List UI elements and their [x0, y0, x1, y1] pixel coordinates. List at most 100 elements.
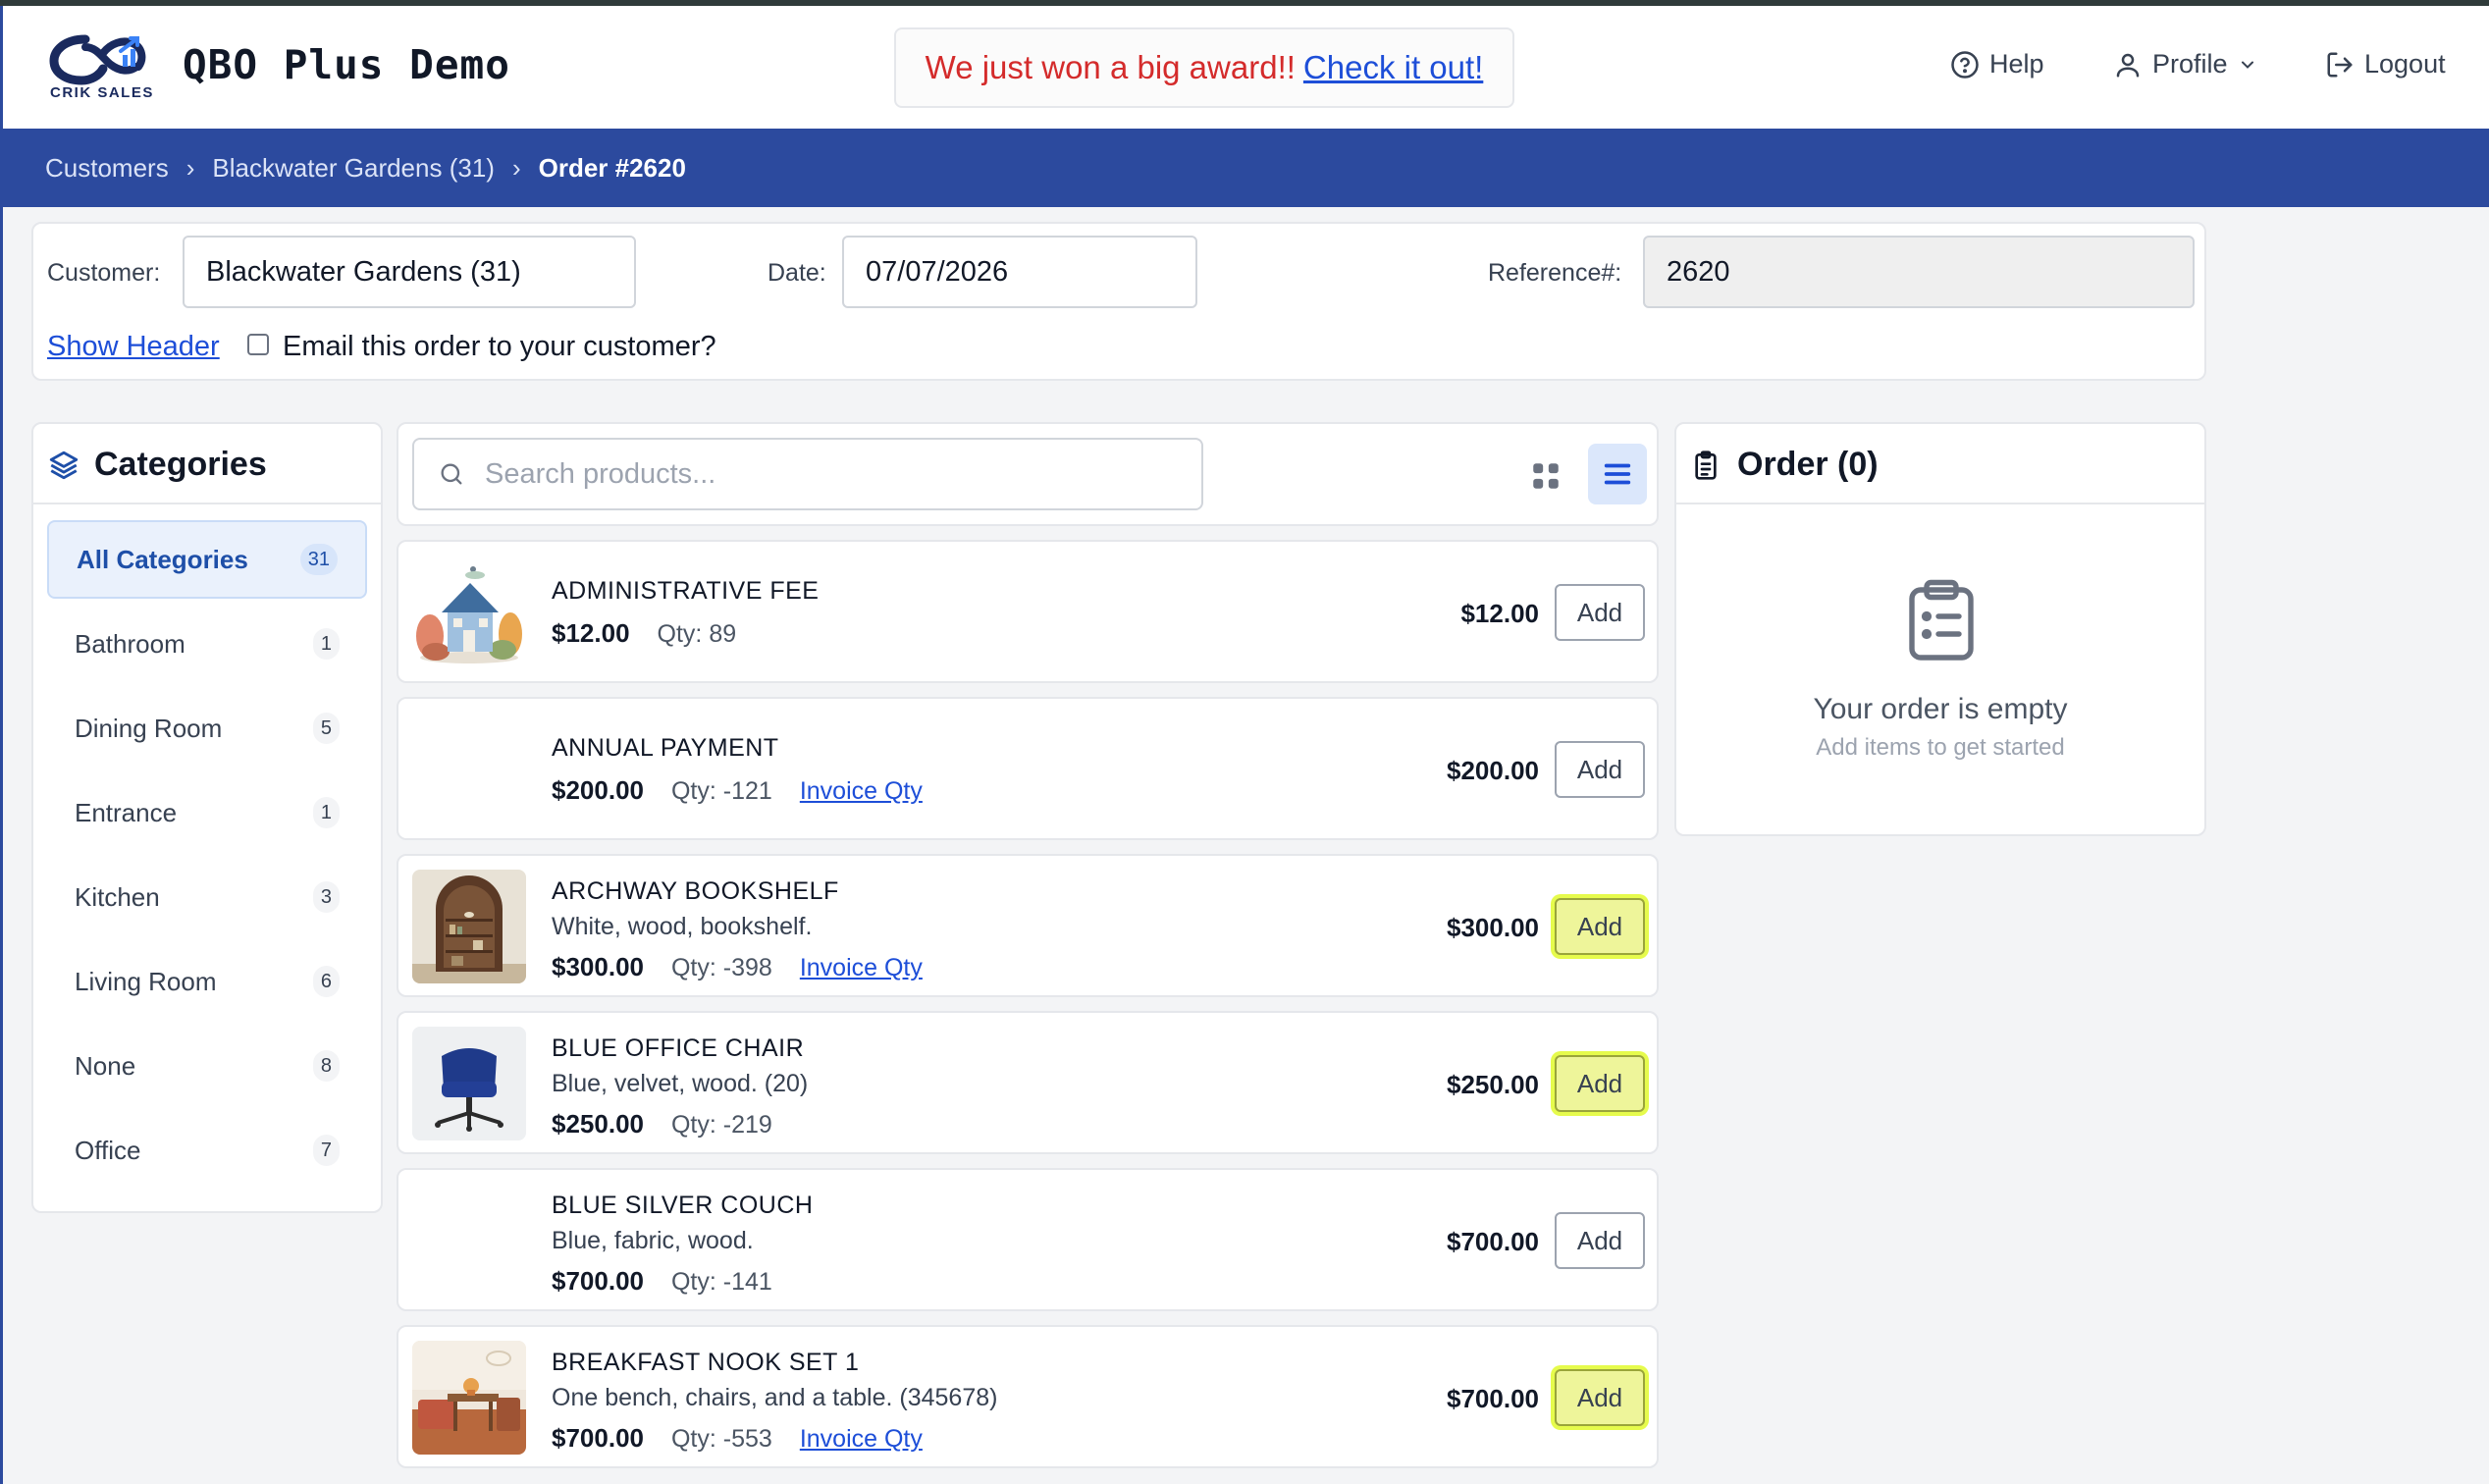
product-qty: Qty: 89	[657, 620, 737, 648]
product-name: ANNUAL PAYMENT	[552, 734, 779, 762]
profile-menu-button[interactable]: Profile	[2113, 49, 2257, 80]
clipboard-list-icon	[1909, 579, 1974, 661]
product-meta: $700.00 Qty: -553 Invoice Qty	[552, 1423, 923, 1454]
logout-button[interactable]: Logout	[2325, 49, 2446, 80]
award-banner: We just won a big award!! Check it out!	[894, 27, 1514, 108]
category-bathroom[interactable]: Bathroom 1	[47, 605, 367, 683]
search-icon	[441, 463, 462, 485]
breadcrumb-customers[interactable]: Customers	[45, 153, 169, 184]
product-price: $200.00	[552, 775, 644, 805]
category-label: All Categories	[77, 544, 248, 574]
category-count: 3	[312, 881, 340, 913]
reference-label: Reference#:	[1488, 259, 1622, 287]
product-row: ARCHWAY BOOKSHELF White, wood, bookshelf…	[397, 854, 1659, 997]
category-label: Living Room	[75, 966, 217, 996]
logout-icon	[2327, 52, 2353, 77]
breadcrumb: Customers › Blackwater Gardens (31) › Or…	[3, 129, 2489, 207]
grid-view-button[interactable]	[1523, 453, 1568, 499]
category-count: 7	[312, 1135, 340, 1166]
product-meta: $12.00 Qty: 89	[552, 618, 736, 649]
product-unit-price: $200.00	[1447, 756, 1539, 785]
product-name: BLUE SILVER COUCH	[552, 1192, 814, 1219]
product-name: BREAKFAST NOOK SET 1	[552, 1349, 860, 1376]
logout-label: Logout	[2364, 49, 2446, 79]
invoice-qty-link[interactable]: Invoice Qty	[800, 954, 923, 982]
app-title: QBO Plus Demo	[183, 41, 510, 88]
reference-field: 2620	[1643, 236, 2195, 308]
category-living-room[interactable]: Living Room 6	[47, 942, 367, 1021]
product-price: $12.00	[552, 618, 630, 648]
category-entrance[interactable]: Entrance 1	[47, 773, 367, 852]
categories-panel: Categories All Categories 31 Bathroom 1 …	[31, 422, 383, 1213]
award-link[interactable]: Check it out!	[1303, 49, 1483, 86]
product-image-placeholder	[412, 713, 526, 826]
customer-label: Customer:	[47, 259, 161, 287]
product-qty: Qty: -398	[670, 954, 772, 981]
email-order-label[interactable]: Email this order to your customer?	[283, 331, 716, 363]
categories-title: Categories	[47, 446, 267, 484]
add-button[interactable]: Add	[1555, 584, 1645, 641]
help-label: Help	[1989, 49, 2044, 79]
category-kitchen[interactable]: Kitchen 3	[47, 858, 367, 936]
invoice-qty-link[interactable]: Invoice Qty	[800, 777, 923, 806]
user-icon	[2116, 53, 2140, 77]
empty-order-subtitle: Add items to get started	[1816, 734, 2065, 761]
breadcrumb-separator: ›	[511, 152, 521, 183]
profile-label: Profile	[2152, 49, 2228, 79]
add-button[interactable]: Add	[1555, 741, 1645, 798]
product-image	[412, 1027, 526, 1140]
product-price: $700.00	[552, 1266, 644, 1296]
order-header-card: Customer: Blackwater Gardens (31) Date: …	[31, 222, 2206, 381]
add-button[interactable]: Add	[1555, 898, 1645, 955]
product-qty: Qty: -553	[670, 1425, 772, 1453]
list-view-button[interactable]	[1588, 444, 1647, 504]
invoice-qty-link[interactable]: Invoice Qty	[800, 1425, 923, 1454]
product-row: BLUE OFFICE CHAIR Blue, velvet, wood. (2…	[397, 1011, 1659, 1154]
add-button[interactable]: Add	[1555, 1055, 1645, 1112]
category-label: Bathroom	[75, 628, 185, 659]
show-header-link[interactable]: Show Header	[47, 331, 220, 363]
email-order-checkbox[interactable]	[247, 334, 269, 355]
award-text: We just won a big award!!	[925, 49, 1296, 85]
category-dining-room[interactable]: Dining Room 5	[47, 689, 367, 768]
list-icon	[1604, 463, 1631, 485]
product-unit-price: $250.00	[1447, 1070, 1539, 1099]
add-button[interactable]: Add	[1555, 1369, 1645, 1426]
category-label: Office	[75, 1135, 141, 1165]
grid-icon	[1533, 463, 1559, 489]
customer-field[interactable]: Blackwater Gardens (31)	[183, 236, 636, 308]
product-description: White, wood, bookshelf.	[552, 913, 813, 940]
clipboard-icon	[1695, 450, 1717, 480]
add-button[interactable]: Add	[1555, 1212, 1645, 1269]
category-none[interactable]: None 8	[47, 1027, 367, 1105]
date-field[interactable]: 07/07/2026	[842, 236, 1197, 308]
help-button[interactable]: Help	[1950, 49, 2044, 80]
breadcrumb-customer[interactable]: Blackwater Gardens (31)	[212, 153, 495, 184]
product-description: Blue, velvet, wood. (20)	[552, 1070, 809, 1097]
product-name: ADMINISTRATIVE FEE	[552, 577, 820, 605]
help-icon	[1951, 50, 1979, 79]
product-description: One bench, chairs, and a table. (345678)	[552, 1384, 998, 1411]
divider	[33, 503, 381, 504]
product-image	[412, 870, 526, 983]
product-price: $300.00	[552, 952, 644, 981]
product-qty: Qty: -141	[670, 1268, 772, 1296]
date-label: Date:	[768, 259, 826, 287]
breadcrumb-order: Order #2620	[538, 152, 686, 183]
product-row: BLUE SILVER COUCH Blue, fabric, wood. $7…	[397, 1168, 1659, 1311]
product-meta: $700.00 Qty: -141	[552, 1266, 772, 1297]
logo-text: CRIK SALES	[50, 84, 154, 101]
product-unit-price: $300.00	[1447, 913, 1539, 942]
category-office[interactable]: Office 7	[47, 1111, 367, 1190]
search-input[interactable]	[485, 457, 1172, 491]
product-name: BLUE OFFICE CHAIR	[552, 1034, 805, 1062]
category-all[interactable]: All Categories 31	[47, 520, 367, 599]
category-count: 8	[312, 1050, 340, 1082]
divider	[1676, 503, 2204, 504]
product-image	[412, 1341, 526, 1455]
category-label: Entrance	[75, 797, 178, 827]
category-label: Dining Room	[75, 713, 223, 743]
search-box[interactable]	[412, 438, 1203, 510]
product-description: Blue, fabric, wood.	[552, 1227, 754, 1254]
product-unit-price: $700.00	[1447, 1227, 1539, 1256]
